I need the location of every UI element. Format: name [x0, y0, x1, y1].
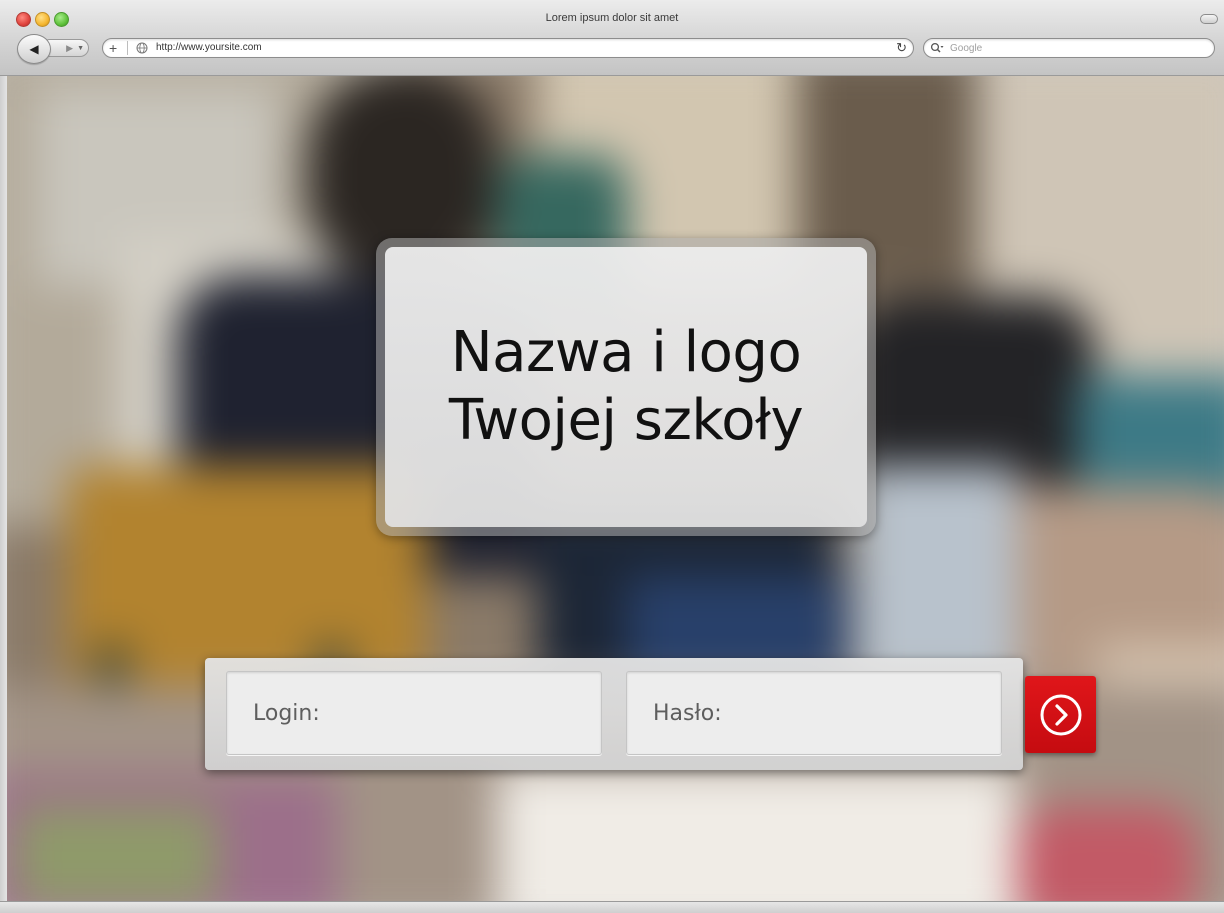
window-title: Lorem ipsum dolor sit amet	[545, 12, 679, 24]
school-logo-card: Nazwa i logo Twojej szkoły	[376, 238, 876, 536]
reload-icon[interactable]: ↻	[896, 39, 907, 57]
login-form	[205, 658, 1023, 770]
window-edge	[0, 76, 7, 901]
history-dropdown-icon: ▼	[77, 44, 84, 52]
password-field[interactable]	[626, 671, 1002, 755]
search-bar[interactable]	[923, 38, 1215, 58]
back-button[interactable]: ◀	[17, 34, 51, 64]
navigation-buttons: ▶ ▼ ◀	[17, 34, 91, 64]
forward-arrow-icon: ▶	[66, 42, 74, 53]
school-logo-panel: Nazwa i logo Twojej szkoły	[385, 247, 867, 527]
search-icon[interactable]	[930, 42, 944, 54]
browser-window: Lorem ipsum dolor sit amet ▶ ▼ ◀ + http:…	[0, 0, 1224, 913]
address-bar[interactable]: + http://www.yoursite.com ↻	[102, 38, 914, 58]
address-divider	[127, 41, 128, 55]
back-arrow-icon: ◀	[29, 42, 39, 56]
toolbar-toggle-button[interactable]	[1200, 14, 1218, 24]
password-input[interactable]	[627, 672, 1001, 754]
search-input[interactable]	[950, 39, 1200, 57]
school-name-line-2: Twojej szkoły	[448, 388, 804, 453]
browser-toolbar: Lorem ipsum dolor sit amet ▶ ▼ ◀ + http:…	[0, 0, 1224, 76]
login-input[interactable]	[227, 672, 601, 754]
arrow-right-circle-icon	[1040, 694, 1081, 735]
status-bar	[0, 901, 1224, 913]
school-name-line-1: Nazwa i logo	[450, 320, 802, 385]
submit-login-button[interactable]	[1025, 676, 1096, 753]
globe-icon	[136, 42, 148, 54]
url-text[interactable]: http://www.yoursite.com	[156, 39, 262, 57]
login-field[interactable]	[226, 671, 602, 755]
add-bookmark-button[interactable]: +	[109, 39, 117, 57]
